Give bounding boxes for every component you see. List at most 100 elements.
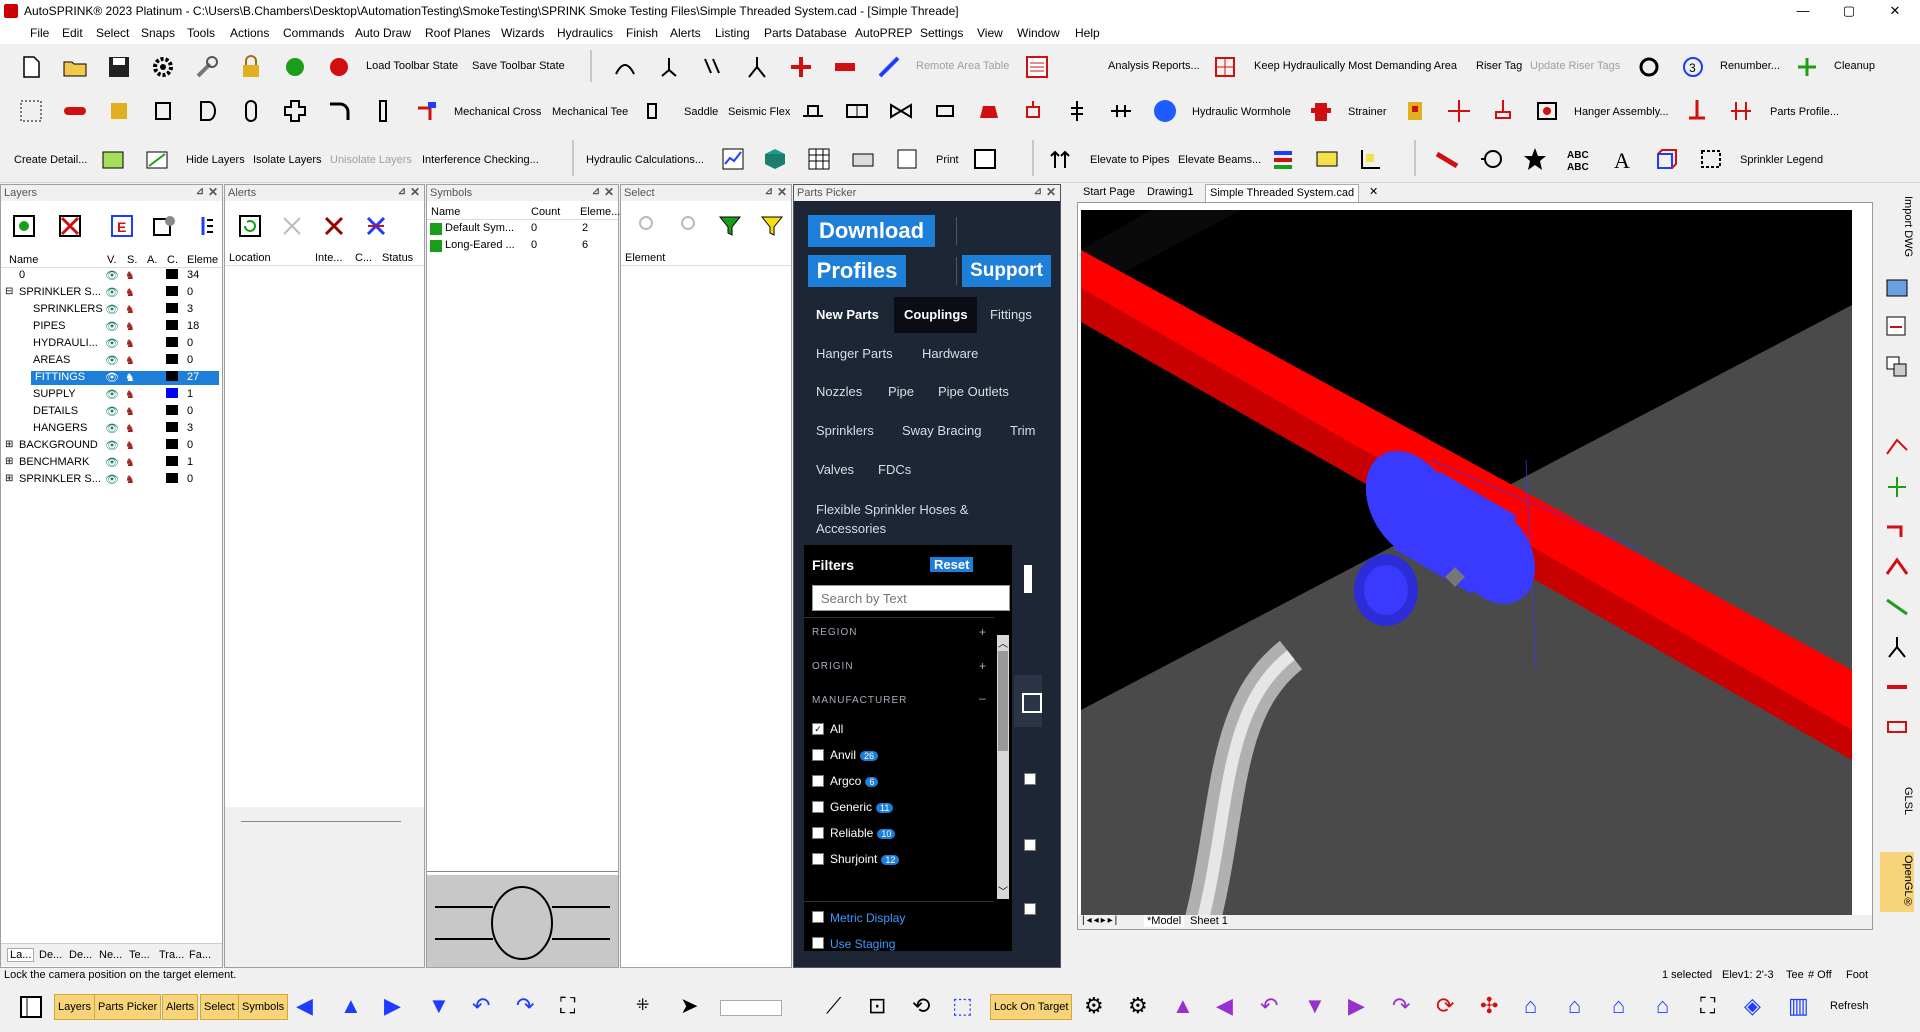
riser-icon[interactable] bbox=[1684, 98, 1710, 124]
use-staging-checkbox[interactable] bbox=[812, 937, 824, 949]
metric-display-checkbox[interactable] bbox=[812, 911, 824, 923]
manufacturer-filter[interactable]: MANUFACTURER bbox=[812, 695, 907, 706]
category-hardware[interactable]: Hardware bbox=[922, 346, 978, 361]
panels-icon[interactable] bbox=[18, 994, 44, 1020]
green-filter-icon[interactable] bbox=[717, 213, 743, 239]
table-row[interactable]: FITTINGS 👁 ♞ 27 bbox=[1, 371, 222, 385]
metric-display-label[interactable]: Metric Display bbox=[830, 911, 905, 925]
select-hand-icon[interactable]: ♞ bbox=[125, 405, 135, 418]
col-visible[interactable]: V. bbox=[107, 254, 116, 266]
menu-parts-database[interactable]: Parts Database bbox=[764, 26, 847, 40]
book-view-icon[interactable]: ▥ bbox=[1788, 994, 1809, 1018]
close-tab-icon[interactable]: ✕ bbox=[1365, 184, 1382, 201]
fit-view-icon[interactable]: ⛶ bbox=[1700, 994, 1715, 1018]
menu-select[interactable]: Select bbox=[96, 26, 129, 40]
window-frame-icon[interactable] bbox=[972, 146, 998, 172]
table-row[interactable]: SUPPLY 👁 ♞ 1 bbox=[1, 388, 222, 402]
sprinkler-array-icon[interactable] bbox=[700, 54, 726, 80]
refresh-view-icon[interactable]: ⟳ bbox=[1436, 994, 1454, 1018]
manufacturer-label[interactable]: Reliable 10 bbox=[830, 826, 896, 840]
menu-hydraulics[interactable]: Hydraulics bbox=[557, 26, 613, 40]
menu-finish[interactable]: Finish bbox=[626, 26, 658, 40]
result-checkbox[interactable] bbox=[1024, 773, 1036, 785]
print-preview-icon[interactable] bbox=[850, 146, 876, 172]
side-view-icon[interactable]: ⌂ bbox=[1656, 994, 1669, 1018]
tree-expander-icon[interactable]: ⊞ bbox=[5, 439, 13, 450]
red-cross-arrows-icon[interactable] bbox=[1446, 98, 1472, 124]
head-tool-icon[interactable] bbox=[1884, 474, 1910, 500]
tab-nav-arrows-icon[interactable]: |◂◂▸▸| bbox=[1082, 915, 1119, 926]
menu-auto-draw[interactable]: Auto Draw bbox=[355, 26, 411, 40]
stack-icon[interactable] bbox=[1884, 354, 1910, 380]
close-icon[interactable]: ✕ bbox=[777, 185, 787, 199]
red-bell-icon[interactable] bbox=[976, 98, 1002, 124]
nipple-icon[interactable] bbox=[238, 98, 264, 124]
col-name[interactable]: Name bbox=[431, 206, 460, 218]
pipe-drop-icon[interactable] bbox=[1884, 514, 1910, 540]
yellow-filter-icon[interactable] bbox=[759, 213, 785, 239]
remote-area-table-button[interactable]: Remote Area Table bbox=[916, 60, 1009, 72]
table-row[interactable]: HYDRAULI... 👁 ♞ 0 bbox=[1, 337, 222, 351]
table-row[interactable]: PIPES 👁 ♞ 18 bbox=[1, 320, 222, 334]
save-toolbar-state-button[interactable]: Save Toolbar State bbox=[472, 60, 565, 72]
hydraulic-wormhole-button[interactable]: Hydraulic Wormhole bbox=[1192, 106, 1291, 118]
eye-icon[interactable]: 👁 bbox=[105, 371, 119, 384]
layer-color-swatch[interactable] bbox=[166, 286, 178, 296]
col-count[interactable]: Count bbox=[531, 206, 560, 218]
view-left-icon[interactable]: ◀ bbox=[1216, 994, 1233, 1018]
col-elements[interactable]: Eleme bbox=[187, 254, 218, 266]
hanger-clamp-icon[interactable] bbox=[932, 98, 958, 124]
manufacturer-label[interactable]: Generic 11 bbox=[830, 800, 894, 814]
mechanical-tee-button[interactable]: Mechanical Tee bbox=[552, 106, 628, 118]
select-hand-icon[interactable]: ♞ bbox=[125, 303, 135, 316]
select-hand-icon[interactable]: ♞ bbox=[125, 473, 135, 486]
reset-button[interactable]: Reset bbox=[930, 557, 974, 572]
menu-edit[interactable]: Edit bbox=[62, 26, 83, 40]
save-icon[interactable] bbox=[106, 54, 132, 80]
tree-expander-icon[interactable]: ⊟ bbox=[5, 286, 13, 297]
print-button[interactable]: Print bbox=[936, 154, 959, 166]
category-fdcs[interactable]: FDCs bbox=[878, 462, 911, 477]
report-icon[interactable] bbox=[1024, 54, 1050, 80]
table-row[interactable]: 0 👁 ♞ 34 bbox=[1, 269, 222, 283]
filters-scrollbar[interactable]: ︿ ﹀ bbox=[997, 635, 1009, 899]
table-row[interactable]: ⊞ BACKGROUND 👁 ♞ 0 bbox=[1, 439, 222, 453]
tab-simple-threaded-system[interactable]: Simple Threaded System.cad bbox=[1205, 184, 1360, 202]
unisolate-layers-button[interactable]: Unisolate Layers bbox=[330, 154, 412, 166]
table-row[interactable]: ⊟ SPRINKLER S... 👁 ♞ 0 bbox=[1, 286, 222, 300]
close-icon[interactable]: ✕ bbox=[208, 185, 218, 199]
eye-icon[interactable]: 👁 bbox=[105, 473, 119, 486]
text-icon[interactable]: A bbox=[1610, 146, 1636, 172]
select-box-icon[interactable] bbox=[18, 98, 44, 124]
glsl-tab[interactable]: GLSL bbox=[1880, 776, 1914, 826]
tree-expander-icon[interactable]: ⊞ bbox=[5, 456, 13, 467]
splitter[interactable] bbox=[241, 821, 401, 822]
category-nozzles[interactable]: Nozzles bbox=[816, 384, 862, 399]
col-element[interactable]: Element bbox=[625, 252, 665, 264]
hanger-assembly-icon[interactable] bbox=[1534, 98, 1560, 124]
plug-icon[interactable] bbox=[194, 98, 220, 124]
view-up-icon[interactable]: ▲ bbox=[1172, 994, 1194, 1018]
result-checkbox[interactable] bbox=[1024, 839, 1036, 851]
import-icon[interactable] bbox=[1884, 274, 1910, 300]
tab-devices[interactable]: De... bbox=[69, 949, 92, 961]
expand-icon[interactable]: + bbox=[979, 625, 986, 639]
select-hand-icon[interactable]: ♞ bbox=[125, 388, 135, 401]
menu-help[interactable]: Help bbox=[1075, 26, 1100, 40]
category-valves[interactable]: Valves bbox=[816, 462, 854, 477]
dimension-icon[interactable] bbox=[1358, 146, 1384, 172]
pin-icon[interactable]: ⊿ bbox=[765, 186, 773, 197]
renumber-icon[interactable]: 3 bbox=[1680, 54, 1706, 80]
maximize-button[interactable]: ▢ bbox=[1826, 0, 1872, 22]
alerts-toggle-button[interactable]: Alerts bbox=[162, 994, 199, 1020]
layer-color-swatch[interactable] bbox=[166, 405, 178, 415]
view-right-icon[interactable]: ▶ bbox=[1348, 994, 1365, 1018]
pipe-connector-icon[interactable] bbox=[1108, 98, 1134, 124]
close-icon[interactable]: ✕ bbox=[1046, 185, 1056, 199]
layer-stack-icon[interactable] bbox=[1270, 146, 1296, 172]
layer-color-swatch[interactable] bbox=[166, 303, 178, 313]
manufacturer-checkbox[interactable] bbox=[812, 853, 824, 865]
lock-icon[interactable] bbox=[238, 54, 264, 80]
select-hand-icon[interactable]: ♞ bbox=[125, 354, 135, 367]
table-row[interactable]: AREAS 👁 ♞ 0 bbox=[1, 354, 222, 368]
